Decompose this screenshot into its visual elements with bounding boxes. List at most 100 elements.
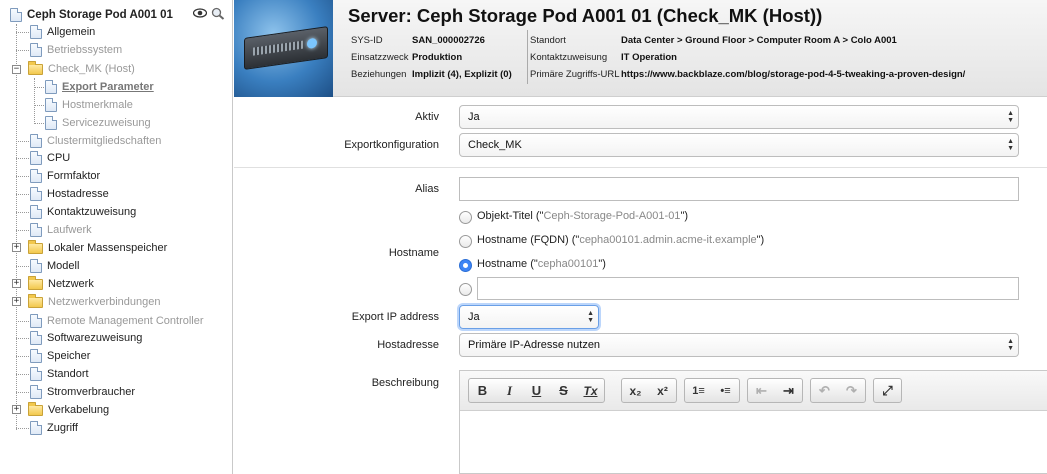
hostname-radio-hostname[interactable] <box>459 259 472 272</box>
tree-item-label: Laufwerk <box>47 224 92 236</box>
tree-item-lokaler-massenspeicher[interactable]: Lokaler Massenspeicher <box>28 239 167 257</box>
tree-item-stromverbraucher[interactable]: Stromverbraucher <box>16 383 135 401</box>
tree-item-label: Clustermitgliedschaften <box>47 135 162 147</box>
document-icon <box>45 98 57 112</box>
document-icon <box>30 385 42 399</box>
tree-item-allgemein[interactable]: Allgemein <box>16 23 95 41</box>
tree-item-clustermitgliedschaften[interactable]: Clustermitgliedschaften <box>16 132 161 150</box>
hostname-radio-objekt-titel[interactable] <box>459 211 472 224</box>
aktiv-label: Aktiv <box>415 111 439 123</box>
subscript-button[interactable]: x₂ <box>622 379 649 402</box>
tree-item-modell[interactable]: Modell <box>16 257 79 275</box>
undo-icon: ↶ <box>819 382 830 398</box>
toolbar-group-format: B I U S Tx <box>468 378 605 403</box>
strikethrough-button[interactable]: S <box>550 379 577 402</box>
hostname-radio-fqdn[interactable] <box>459 235 472 248</box>
tree-item-betriebssystem[interactable]: Betriebssystem <box>16 41 122 59</box>
bold-button[interactable]: B <box>469 379 496 402</box>
tree-item-label: CPU <box>47 152 71 164</box>
redo-button[interactable]: ↷ <box>838 379 865 402</box>
object-tree-sidebar: Ceph Storage Pod A001 01 Allgemein Betri… <box>0 0 233 474</box>
section-divider <box>234 167 1047 168</box>
zugriffs-url-value[interactable]: https://www.backblaze.com/blog/storage-p… <box>621 69 965 80</box>
tree-item-label: Lokaler Massenspeicher <box>48 242 168 254</box>
document-icon <box>30 205 42 219</box>
option-prefix: Objekt-Titel (" <box>477 210 544 222</box>
outdent-button[interactable]: ⇤ <box>748 379 775 402</box>
aktiv-select[interactable]: Ja ▲ ▼ <box>459 105 1019 129</box>
select-arrows-icon: ▲ ▼ <box>587 310 594 324</box>
tree-item-check-mk-host[interactable]: Check_MK (Host) <box>28 60 135 78</box>
collapse-toggle[interactable]: − <box>12 65 21 74</box>
indent-button[interactable]: ⇥ <box>775 379 802 402</box>
tree-item-label: Standort <box>47 368 89 380</box>
tree-item-label: Kontaktzuweisung <box>47 206 137 218</box>
alias-input[interactable] <box>459 177 1019 201</box>
bold-icon: B <box>477 383 488 398</box>
document-icon <box>30 421 42 435</box>
remove-format-icon: Tx <box>583 383 598 398</box>
document-icon <box>30 134 42 148</box>
beziehungen-label: Beziehungen <box>351 69 407 80</box>
bulleted-list-button[interactable]: •≡ <box>712 379 739 402</box>
exportkonfiguration-select[interactable]: Check_MK ▲ ▼ <box>459 133 1019 157</box>
toolbar-group-script: x₂ x² <box>621 378 677 403</box>
tree-item-remote-management-controller[interactable]: Remote Management Controller <box>16 312 204 330</box>
tree-item-cpu[interactable]: CPU <box>16 149 70 167</box>
italic-icon: I <box>506 382 513 398</box>
maximize-button[interactable]: ⤢ <box>874 379 901 402</box>
hostname-custom-input[interactable] <box>477 277 1019 300</box>
tree-item-netzwerk[interactable]: Netzwerk <box>28 275 94 293</box>
tree-item-softwarezuweisung[interactable]: Softwarezuweisung <box>16 329 142 347</box>
tree-item-speicher[interactable]: Speicher <box>16 347 90 365</box>
tree-item-label: Formfaktor <box>47 170 101 182</box>
expand-toggle[interactable]: + <box>12 405 21 414</box>
export-ip-select[interactable]: Ja ▲ ▼ <box>459 305 599 329</box>
hostname-radio-custom[interactable] <box>459 283 472 296</box>
hostname-option-objekt-titel[interactable]: Objekt-Titel ("Ceph-Storage-Pod-A001-01"… <box>477 210 688 222</box>
superscript-button[interactable]: x² <box>649 379 676 402</box>
italic-button[interactable]: I <box>496 379 523 402</box>
zugriffs-url-label: Primäre Zugriffs-URL <box>530 69 620 80</box>
hostname-option-hostname[interactable]: Hostname ("cepha00101") <box>477 258 606 270</box>
hostname-label: Hostname <box>388 247 439 259</box>
tree-item-standort[interactable]: Standort <box>16 365 89 383</box>
hostadresse-select[interactable]: Primäre IP-Adresse nutzen ▲ ▼ <box>459 333 1019 357</box>
expand-toggle[interactable]: + <box>12 297 21 306</box>
document-icon <box>30 331 42 345</box>
expand-toggle[interactable]: + <box>12 243 21 252</box>
option-value: cepha00101.admin.acme-it.example <box>579 234 757 246</box>
kontaktzuweisung-value: IT Operation <box>621 52 677 63</box>
numbered-list-button[interactable]: 1≡ <box>685 379 712 402</box>
magnifier-icon[interactable] <box>211 7 225 20</box>
sysid-label: SYS-ID <box>351 35 383 46</box>
remove-format-button[interactable]: Tx <box>577 379 604 402</box>
tree-item-export-parameter[interactable]: Export Parameter <box>34 78 154 96</box>
tree-item-servicezuweisung[interactable]: Servicezuweisung <box>34 114 151 132</box>
tree-item-formfaktor[interactable]: Formfaktor <box>16 167 100 185</box>
undo-button[interactable]: ↶ <box>811 379 838 402</box>
tree-item-zugriff[interactable]: Zugriff <box>16 419 78 437</box>
alias-label: Alias <box>415 183 439 195</box>
editor-toolbar: B I U S Tx x₂ x² 1≡ •≡ ⇤ ⇥ ↶ ↷ ⤢ <box>460 371 1047 411</box>
tree-item-label: Speicher <box>47 350 91 362</box>
tree-item-hostmerkmale[interactable]: Hostmerkmale <box>34 96 133 114</box>
tree-item-hostadresse[interactable]: Hostadresse <box>16 185 109 203</box>
export-ip-select-value: Ja <box>468 311 480 323</box>
underline-button[interactable]: U <box>523 379 550 402</box>
maximize-icon: ⤢ <box>882 382 893 398</box>
tree-item-kontaktzuweisung[interactable]: Kontaktzuweisung <box>16 203 136 221</box>
exportkonfiguration-select-value: Check_MK <box>468 139 522 151</box>
tree-item-label: Softwarezuweisung <box>47 332 143 344</box>
tree-item-label: Netzwerk <box>48 278 94 290</box>
hostname-option-fqdn[interactable]: Hostname (FQDN) ("cepha00101.admin.acme-… <box>477 234 764 246</box>
tree-item-laufwerk[interactable]: Laufwerk <box>16 221 92 239</box>
tree-item-verkabelung[interactable]: Verkabelung <box>28 401 109 419</box>
eye-icon[interactable] <box>192 7 208 19</box>
tree-item-netzwerkverbindungen[interactable]: Netzwerkverbindungen <box>28 293 161 311</box>
document-icon <box>30 259 42 273</box>
tree-root[interactable]: Ceph Storage Pod A001 01 <box>10 6 173 24</box>
expand-toggle[interactable]: + <box>12 279 21 288</box>
einsatzzweck-label: Einsatzzweck <box>351 52 409 63</box>
description-editor[interactable]: B I U S Tx x₂ x² 1≡ •≡ ⇤ ⇥ ↶ ↷ ⤢ <box>459 370 1047 474</box>
